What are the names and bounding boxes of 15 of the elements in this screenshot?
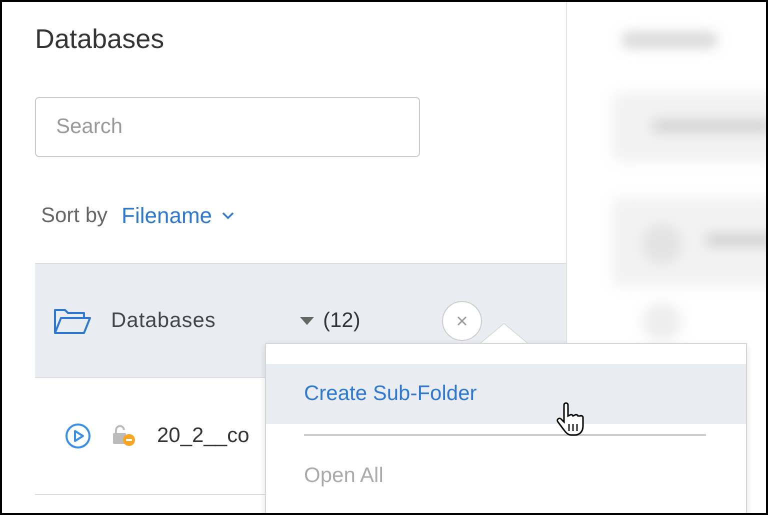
folder-icon: [53, 306, 91, 334]
hand-cursor-icon: [555, 402, 585, 438]
file-name: 20_2__co: [157, 424, 250, 448]
chevron-down-icon: [222, 212, 234, 220]
folder-options-button[interactable]: [442, 300, 482, 340]
panel-title: Databases: [35, 23, 164, 56]
close-icon: [456, 314, 468, 326]
search-field[interactable]: Search: [35, 97, 420, 157]
folder-count: (12): [323, 308, 360, 332]
sort-label: Sort by: [41, 204, 108, 228]
menu-item[interactable]: Create Sub-Folder: [266, 364, 746, 424]
expand-triangle-icon[interactable]: [299, 316, 315, 326]
play-icon[interactable]: [65, 423, 91, 449]
folder-name: Databases: [111, 308, 217, 332]
sort-dropdown[interactable]: Filename: [122, 203, 234, 229]
